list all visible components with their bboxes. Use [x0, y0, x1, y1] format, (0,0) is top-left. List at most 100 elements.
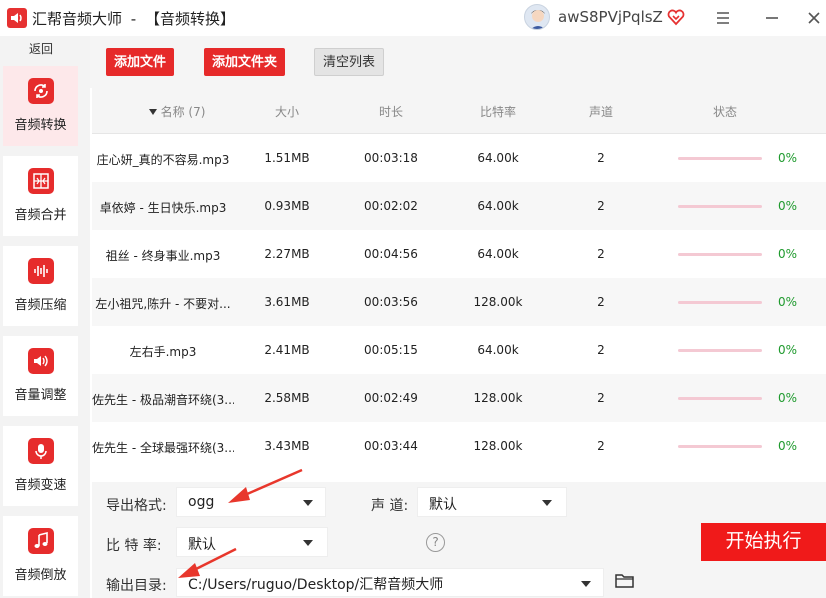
progress-percent: 0%: [778, 295, 798, 309]
progress-bar: [678, 253, 762, 256]
bitrate-select[interactable]: 默认: [176, 527, 328, 557]
header-channels[interactable]: 声道: [576, 103, 626, 120]
table-row[interactable]: 祖丝 - 终身事业.mp3 2.27MB 00:04:56 64.00k 2 0%: [92, 230, 826, 278]
cell-size: 0.93MB: [264, 199, 310, 213]
cell-name: 左右手.mp3: [129, 345, 197, 359]
output-dir-select[interactable]: C:/Users/ruguo/Desktop/汇帮音频大师: [176, 568, 604, 597]
user-name[interactable]: awS8PVjPqlsZ: [558, 8, 663, 26]
cell-name: 卓依婷 - 生日快乐.mp3: [99, 201, 227, 215]
toolbar: 添加文件 添加文件夹 清空列表: [90, 36, 826, 88]
header-size[interactable]: 大小: [262, 103, 312, 120]
cell-size: 2.27MB: [264, 247, 310, 261]
sidebar: 返回 音频转换 音频合并 音频压缩 音量调整 音频变速 音频倒放: [0, 36, 90, 598]
cell-channels: 2: [597, 343, 605, 357]
header-name-label: 名称 (7): [160, 105, 206, 119]
clear-list-button[interactable]: 清空列表: [314, 48, 385, 76]
sidebar-item-label: 音频变速: [14, 478, 67, 493]
settings-panel: 导出格式: ogg 声 道: 默认 比 特 率: 默认 ? 开始执行 输出目录:…: [92, 482, 826, 598]
table-row[interactable]: 左右手.mp3 2.41MB 00:05:15 64.00k 2 0%: [92, 326, 826, 374]
cell-channels: 2: [597, 247, 605, 261]
format-select[interactable]: ogg: [176, 487, 326, 517]
title-separator: -: [130, 10, 137, 28]
channel-value: 默认: [429, 497, 457, 513]
sidebar-item-label: 音频转换: [14, 118, 67, 133]
progress-bar: [678, 301, 762, 304]
sidebar-item-label: 音频倒放: [14, 568, 67, 583]
cell-name: 左小祖咒,陈升 - 不要对...: [95, 297, 231, 311]
sidebar-item-label: 音频合并: [14, 208, 67, 223]
file-table: 名称 (7) 大小 时长 比特率 声道 状态 庄心妍_真的不容易.mp3 1.51…: [92, 88, 826, 482]
cell-size: 1.51MB: [264, 151, 310, 165]
progress-percent: 0%: [778, 391, 798, 405]
sidebar-item-reverse[interactable]: 音频倒放: [3, 516, 78, 596]
help-icon[interactable]: ?: [426, 533, 445, 552]
back-link[interactable]: 返回: [0, 40, 82, 57]
header-bitrate[interactable]: 比特率: [468, 103, 528, 120]
cell-name: 佐先生 - 极品潮音环绕(3...: [92, 393, 234, 407]
convert-icon: [28, 78, 54, 104]
header-name[interactable]: 名称 (7): [122, 103, 232, 120]
cell-channels: 2: [597, 151, 605, 165]
volume-icon: [28, 348, 54, 374]
cell-size: 2.41MB: [264, 343, 310, 357]
table-row[interactable]: 卓依婷 - 生日快乐.mp3 0.93MB 00:02:02 64.00k 2 0%: [92, 182, 826, 230]
chevron-down-icon: [303, 500, 313, 506]
table-row[interactable]: 左小祖咒,陈升 - 不要对... 3.61MB 00:03:56 128.00k 2 0%: [92, 278, 826, 326]
table-row[interactable]: 佐先生 - 全球最强环绕(3... 3.43MB 00:03:44 128.00k 2 0…: [92, 422, 826, 470]
table-header: 名称 (7) 大小 时长 比特率 声道 状态: [92, 88, 826, 134]
progress-percent: 0%: [778, 247, 798, 261]
channel-label: 声 道:: [371, 498, 409, 514]
folder-icon[interactable]: [615, 573, 635, 589]
progress-percent: 0%: [778, 343, 798, 357]
cell-channels: 2: [597, 439, 605, 453]
sidebar-item-speed[interactable]: 音频变速: [3, 426, 78, 506]
compress-icon: [28, 258, 54, 284]
progress-bar: [678, 445, 762, 448]
minimize-icon[interactable]: [760, 6, 784, 30]
cell-duration: 00:05:15: [364, 343, 418, 357]
cell-bitrate: 128.00k: [473, 295, 523, 309]
progress-bar: [678, 205, 762, 208]
cell-bitrate: 128.00k: [473, 391, 523, 405]
menu-icon[interactable]: [711, 6, 735, 30]
bitrate-value: 默认: [188, 537, 216, 553]
channel-select[interactable]: 默认: [417, 487, 567, 517]
window-title: 汇帮音频大师 - 【音频转换】: [32, 8, 235, 29]
sidebar-item-compress[interactable]: 音频压缩: [3, 246, 78, 326]
progress-percent: 0%: [778, 151, 798, 165]
sidebar-item-volume[interactable]: 音量调整: [3, 336, 78, 416]
start-button[interactable]: 开始执行: [701, 523, 826, 561]
cell-duration: 00:02:49: [364, 391, 418, 405]
vip-heart-icon[interactable]: [667, 8, 685, 26]
avatar[interactable]: [524, 4, 550, 30]
cell-duration: 00:04:56: [364, 247, 418, 261]
add-file-button[interactable]: 添加文件: [106, 48, 175, 76]
cell-name: 佐先生 - 全球最强环绕(3...: [92, 441, 234, 455]
table-row[interactable]: 庄心妍_真的不容易.mp3 1.51MB 00:03:18 64.00k 2 0%: [92, 134, 826, 182]
music-note-icon: [28, 528, 54, 554]
output-dir-value: C:/Users/ruguo/Desktop/汇帮音频大师: [188, 577, 444, 593]
cell-channels: 2: [597, 199, 605, 213]
table-row[interactable]: 佐先生 - 极品潮音环绕(3... 2.58MB 00:02:49 128.00k 2 0…: [92, 374, 826, 422]
add-folder-button[interactable]: 添加文件夹: [204, 48, 286, 76]
cell-channels: 2: [597, 391, 605, 405]
cell-name: 庄心妍_真的不容易.mp3: [96, 153, 230, 167]
sidebar-item-merge[interactable]: 音频合并: [3, 156, 78, 236]
sidebar-item-convert[interactable]: 音频转换: [3, 66, 78, 146]
title-bar: 汇帮音频大师 - 【音频转换】 awS8PVjPqlsZ: [0, 0, 826, 36]
page-title: 【音频转换】: [145, 10, 236, 28]
cell-channels: 2: [597, 295, 605, 309]
app-logo: [7, 8, 27, 28]
progress-percent: 0%: [778, 199, 798, 213]
close-icon[interactable]: [802, 6, 826, 30]
format-value: ogg: [188, 494, 215, 510]
cell-bitrate: 64.00k: [477, 151, 519, 165]
progress-bar: [678, 157, 762, 160]
header-duration[interactable]: 时长: [366, 103, 416, 120]
cell-duration: 00:03:44: [364, 439, 418, 453]
cell-duration: 00:03:56: [364, 295, 418, 309]
cell-duration: 00:03:18: [364, 151, 418, 165]
app-name: 汇帮音频大师: [32, 10, 123, 28]
header-status[interactable]: 状态: [700, 103, 750, 120]
bitrate-label: 比 特 率:: [106, 538, 162, 554]
